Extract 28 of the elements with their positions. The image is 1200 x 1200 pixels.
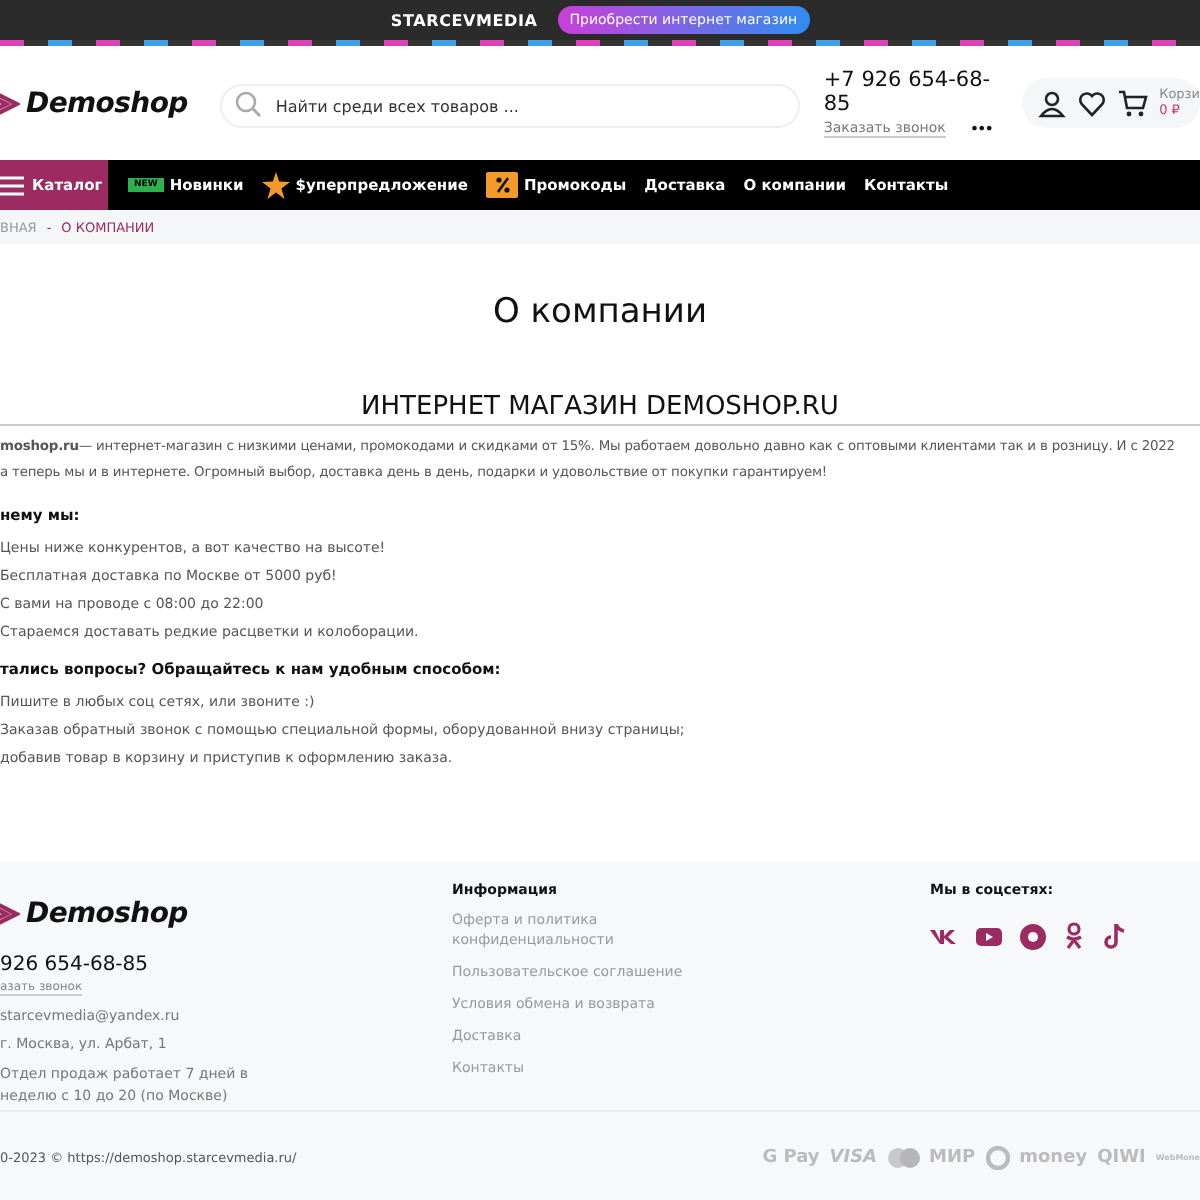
payment-logo: G Pay [762,1147,820,1167]
article-heading: ИНТЕРНЕТ МАГАЗИН DEMOSHOP.RU [0,392,1200,426]
heart-icon[interactable] [1077,89,1106,117]
phone-number[interactable]: +7 926 654-68-85 [823,68,1002,116]
search-field[interactable]: Найти среди всех товаров ... [219,84,800,128]
money-logo-icon [985,1145,1010,1169]
payment-logo: QIWI [1097,1147,1146,1167]
percent-coupon-icon [485,172,518,198]
social-icon[interactable] [1020,923,1046,949]
cart-icon[interactable] [1117,89,1148,117]
phone-number[interactable]: 926 654-68-85 [0,954,149,976]
menu-icon [0,175,24,195]
logo-text[interactable]: Demoshop [26,87,188,119]
user-icon[interactable] [1037,89,1066,117]
ok-icon[interactable] [1064,922,1084,950]
youtube-icon[interactable] [976,925,1002,947]
page-title: О компании [490,292,710,336]
logo-icon[interactable] [0,898,20,930]
logo-text[interactable]: Demoshop [26,898,188,930]
tiktok-icon[interactable] [1102,923,1126,949]
payment-logo: money [1019,1147,1088,1167]
payment-logo: VISA [829,1147,878,1167]
card-logo-icon [887,1147,920,1167]
star-icon [261,171,290,199]
payment-logo: МИР [929,1147,976,1167]
more-menu[interactable]: ••• [969,120,992,138]
brand-logo-text: STARCEVMEDIA [390,11,538,29]
vk-icon[interactable] [930,924,958,948]
